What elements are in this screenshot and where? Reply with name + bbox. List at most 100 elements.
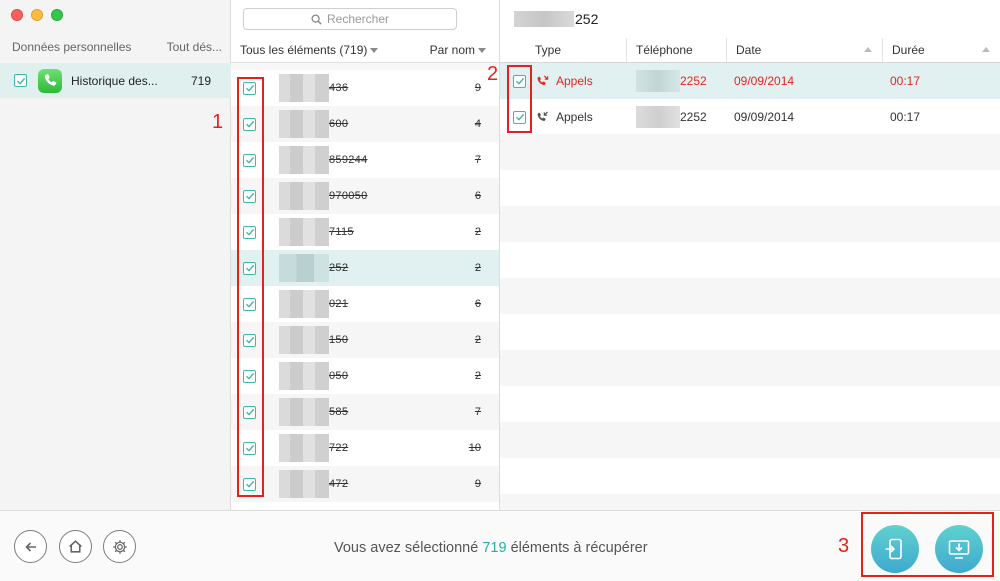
- minimize-window-button[interactable]: [31, 9, 43, 21]
- list-item[interactable]: 472 9: [231, 466, 499, 502]
- incoming-call-icon: [536, 99, 549, 135]
- call-detail-panel: 252 Type Téléphone Date Durée Appels 225…: [500, 0, 1000, 510]
- sidebar: Données personnelles Tout dés... Histori…: [0, 0, 231, 510]
- contact-number: 7115: [329, 226, 354, 238]
- contact-number: 050: [329, 370, 349, 382]
- column-header-phone[interactable]: Téléphone: [626, 38, 726, 62]
- select-all-toggle[interactable]: Tout dés...: [167, 40, 222, 54]
- column-header-date[interactable]: Date: [726, 38, 882, 62]
- contact-number: 472: [329, 478, 349, 490]
- call-count: 6: [474, 190, 481, 202]
- contact-name-blurred: [279, 146, 329, 174]
- sort-arrow-icon: [864, 47, 872, 52]
- list-item[interactable]: 600 4: [231, 106, 499, 142]
- sort-label: Par nom: [429, 43, 475, 57]
- category-title: Données personnelles: [12, 40, 132, 54]
- chevron-down-icon: [370, 48, 379, 54]
- column-type-label: Type: [535, 43, 562, 57]
- list-item[interactable]: 585 7: [231, 394, 499, 430]
- contact-list: 436 9 600 4 859244 7 970050 6 7115 2 252 2 021 6 150 2 0…: [231, 70, 499, 502]
- annotation-label-1: 1: [212, 111, 224, 133]
- column-header-duration[interactable]: Durée: [882, 38, 1000, 62]
- settings-button[interactable]: [103, 530, 136, 563]
- home-button[interactable]: [59, 530, 92, 563]
- selection-status: Vous avez sélectionné 719 éléments à réc…: [334, 540, 648, 556]
- sidebar-item-count: 719: [191, 73, 212, 88]
- sort-dropdown[interactable]: Par nom: [430, 43, 486, 57]
- contact-number: 436: [329, 82, 349, 94]
- list-item[interactable]: 150 2: [231, 322, 499, 358]
- call-count: 2: [474, 370, 481, 382]
- list-item[interactable]: 722 10: [231, 430, 499, 466]
- filter-all-dropdown[interactable]: Tous les éléments (719): [240, 43, 379, 57]
- call-date: 09/09/2014: [734, 110, 795, 124]
- status-prefix: Vous avez sélectionné: [334, 540, 479, 556]
- call-count: 7: [474, 154, 481, 166]
- search-input[interactable]: Rechercher: [243, 8, 457, 30]
- contact-number-suffix: 252: [575, 11, 599, 27]
- call-count: 6: [474, 298, 481, 310]
- contact-title: 252: [514, 11, 598, 27]
- status-count: 719: [482, 540, 507, 556]
- missed-call-icon: [536, 63, 549, 99]
- contact-name-blurred: [279, 290, 329, 318]
- contact-number: 150: [329, 334, 349, 346]
- column-header-type[interactable]: Type: [500, 38, 626, 62]
- contact-name-blurred: [279, 254, 329, 282]
- table-row[interactable]: Appels 2252 09/09/2014 00:17: [500, 63, 1000, 99]
- contact-name-blurred: [279, 74, 329, 102]
- contact-name-blurred: [279, 470, 329, 498]
- call-date: 09/09/2014: [734, 74, 795, 88]
- list-item[interactable]: 252 2: [231, 250, 499, 286]
- phone-suffix: 2252: [680, 110, 707, 124]
- call-count: 2: [474, 262, 481, 274]
- contact-name-blurred: [279, 218, 329, 246]
- list-item[interactable]: 970050 6: [231, 178, 499, 214]
- zoom-window-button[interactable]: [51, 9, 63, 21]
- call-duration: 00:17: [890, 110, 921, 124]
- sidebar-item-label: Historique des...: [71, 73, 158, 88]
- contact-number: 859244: [329, 154, 368, 166]
- sidebar-item-call-history[interactable]: Historique des... 719: [0, 63, 231, 98]
- sidebar-header: Données personnelles Tout dés...: [12, 40, 222, 54]
- chevron-down-icon: [478, 48, 486, 54]
- contact-number: 722: [329, 442, 349, 454]
- contact-list-panel: Rechercher Tous les éléments (719) Par n…: [231, 0, 500, 510]
- list-item[interactable]: 859244 7: [231, 142, 499, 178]
- search-icon: [311, 13, 322, 25]
- list-item[interactable]: 050 2: [231, 358, 499, 394]
- annotation-box-1: [237, 77, 264, 497]
- status-suffix: éléments à récupérer: [510, 540, 648, 556]
- contact-name-blurred: [279, 398, 329, 426]
- phone-icon: [38, 68, 62, 93]
- sort-arrow-icon: [982, 47, 990, 52]
- contact-number: 585: [329, 406, 349, 418]
- category-checkbox[interactable]: [14, 74, 27, 87]
- empty-rows: [500, 134, 1000, 510]
- annotation-label-3: 3: [838, 535, 850, 557]
- call-count: 2: [474, 226, 481, 238]
- contact-name-blurred: [279, 434, 329, 462]
- back-button[interactable]: [14, 530, 47, 563]
- home-icon: [69, 540, 82, 553]
- call-count: 9: [474, 478, 481, 490]
- back-icon: [24, 541, 36, 552]
- call-count: 4: [474, 118, 481, 130]
- list-item[interactable]: 7115 2: [231, 214, 499, 250]
- list-item[interactable]: 436 9: [231, 70, 499, 106]
- call-count: 9: [474, 82, 481, 94]
- footer-bar: Vous avez sélectionné 719 éléments à réc…: [0, 510, 1000, 581]
- list-item[interactable]: 021 6: [231, 286, 499, 322]
- contact-name-blurred: [279, 362, 329, 390]
- contact-name-blurred: [279, 326, 329, 354]
- list-header: Tous les éléments (719) Par nom: [231, 36, 499, 63]
- contact-number: 252: [329, 262, 349, 274]
- contact-name-blurred: [279, 110, 329, 138]
- contact-number: 021: [329, 298, 349, 310]
- call-count: 7: [474, 406, 481, 418]
- column-phone-label: Téléphone: [636, 43, 693, 57]
- contact-number: 600: [329, 118, 349, 130]
- table-row[interactable]: Appels 2252 09/09/2014 00:17: [500, 99, 1000, 135]
- close-window-button[interactable]: [11, 9, 23, 21]
- annotation-box-2: [507, 65, 532, 133]
